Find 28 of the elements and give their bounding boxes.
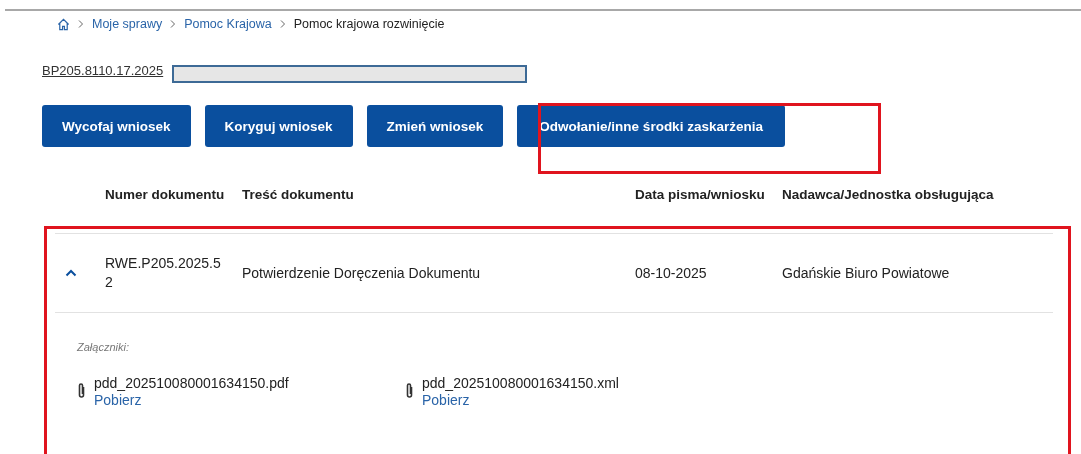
column-header: Nadawca/Jednostka obsługująca xyxy=(782,187,995,203)
chevron-up-icon[interactable] xyxy=(65,269,77,277)
chevron-right-icon xyxy=(78,20,84,28)
table-cell-text: RWE.P205.2025.52 xyxy=(105,254,222,292)
paperclip-icon xyxy=(405,382,414,400)
home-icon[interactable] xyxy=(57,17,70,31)
action-button[interactable]: Zmień wniosek xyxy=(366,105,504,147)
chevron-right-icon xyxy=(170,20,177,28)
paperclip-icon xyxy=(77,382,86,400)
action-button[interactable]: Wycofaj wniosek xyxy=(42,105,191,147)
attachments-label: Załączniki: xyxy=(77,341,129,353)
table-cell-text: Potwierdzenie Doręczenia Dokumentu xyxy=(242,265,482,281)
column-header: Data pisma/wniosku xyxy=(635,187,766,203)
chevron-right-icon xyxy=(279,20,286,28)
column-header: Numer dokumentu xyxy=(105,187,226,203)
action-button[interactable]: Odwołanie/inne środki zaskarżenia xyxy=(517,105,785,147)
breadcrumb-link[interactable]: Pomoc Krajowa xyxy=(184,17,272,31)
table-cell-text: Gdańskie Biuro Powiatowe xyxy=(782,265,951,281)
download-link[interactable]: Pobierz xyxy=(94,392,142,408)
breadcrumb-current: Pomoc krajowa rozwinięcie xyxy=(293,17,445,31)
file-name: pdd_202510080001634150.pdf xyxy=(94,375,289,391)
column-header: Treść dokumentu xyxy=(242,187,355,203)
table-cell-text: 08-10-2025 xyxy=(635,265,708,281)
breadcrumb-link[interactable]: Moje sprawy xyxy=(92,17,163,31)
download-link[interactable]: Pobierz xyxy=(422,392,470,408)
case-number: BP205.8110.17.2025 xyxy=(42,63,164,78)
file-name: pdd_202510080001634150.xml xyxy=(422,375,619,391)
action-button[interactable]: Koryguj wniosek xyxy=(204,105,353,147)
